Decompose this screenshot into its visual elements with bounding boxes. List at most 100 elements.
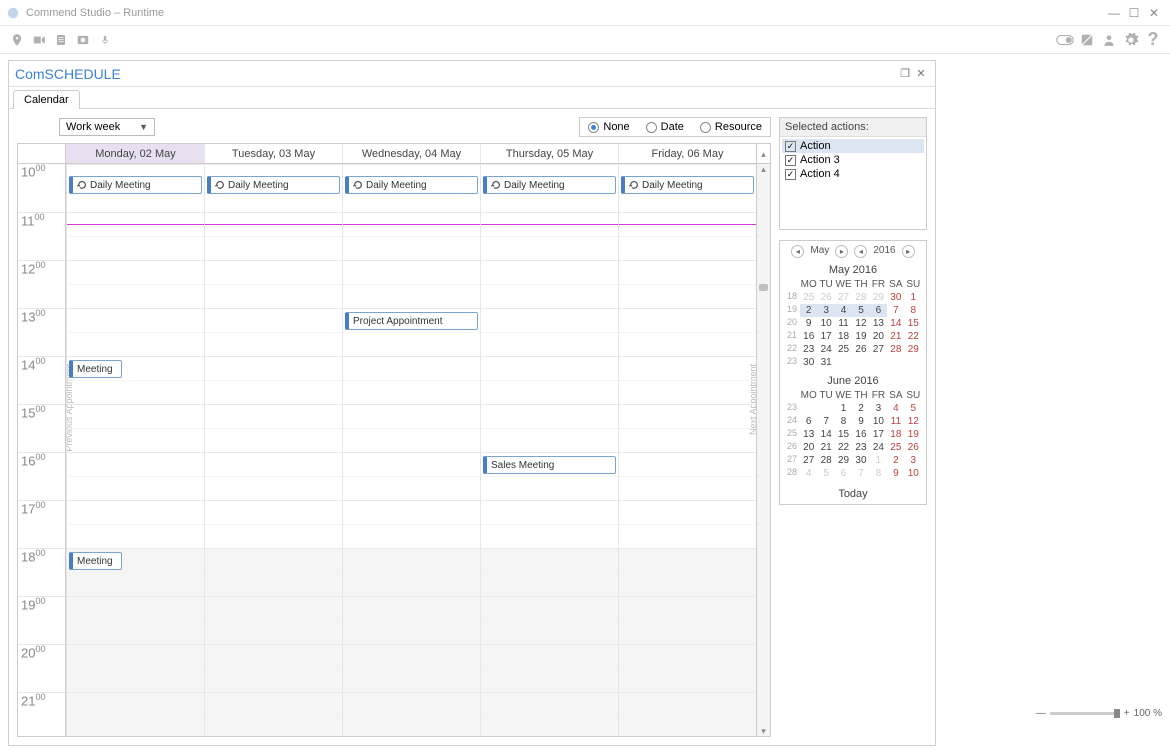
mini-cal-day[interactable]: 8 bbox=[835, 415, 852, 428]
user-icon[interactable] bbox=[1098, 30, 1120, 50]
box-icon[interactable] bbox=[1076, 30, 1098, 50]
mini-cal-day[interactable]: 10 bbox=[905, 467, 922, 480]
today-button[interactable]: Today bbox=[780, 484, 926, 504]
calendar-event[interactable]: Daily Meeting bbox=[621, 176, 754, 194]
action-item[interactable]: ✓Action 3 bbox=[782, 153, 924, 167]
day-header[interactable]: Tuesday, 03 May bbox=[204, 144, 342, 163]
view-select[interactable]: Work week ▼ bbox=[59, 118, 155, 136]
mini-cal-day[interactable]: 23 bbox=[852, 441, 869, 454]
mini-cal-day[interactable]: 21 bbox=[817, 441, 834, 454]
zoom-control[interactable]: — + 100 % bbox=[1036, 708, 1162, 719]
mini-cal-day[interactable]: 9 bbox=[800, 317, 817, 330]
mini-cal-day[interactable] bbox=[887, 356, 904, 369]
mini-cal-day[interactable] bbox=[852, 356, 869, 369]
day-column[interactable]: Daily Meeting bbox=[618, 164, 756, 737]
mini-cal-day[interactable]: 7 bbox=[817, 415, 834, 428]
mini-cal-day[interactable]: 1 bbox=[835, 402, 852, 415]
mini-cal-day[interactable]: 26 bbox=[905, 441, 922, 454]
mini-cal-day[interactable]: 11 bbox=[835, 317, 852, 330]
mini-cal-day[interactable]: 2 bbox=[887, 454, 904, 467]
mini-cal-day[interactable]: 13 bbox=[870, 317, 887, 330]
mini-cal-day[interactable]: 9 bbox=[887, 467, 904, 480]
microphone-icon[interactable] bbox=[94, 30, 116, 50]
mini-cal-day[interactable]: 15 bbox=[835, 428, 852, 441]
radio-resource[interactable]: Resource bbox=[700, 121, 762, 133]
next-month-button[interactable]: ▸ bbox=[835, 245, 848, 258]
mini-cal-day[interactable]: 17 bbox=[817, 330, 834, 343]
mini-cal-day[interactable]: 9 bbox=[852, 415, 869, 428]
mini-cal-day[interactable] bbox=[835, 356, 852, 369]
mini-cal-day[interactable] bbox=[870, 356, 887, 369]
mini-cal-day[interactable]: 24 bbox=[870, 441, 887, 454]
mini-cal-day[interactable]: 25 bbox=[835, 343, 852, 356]
mini-cal-day[interactable]: 5 bbox=[817, 467, 834, 480]
restore-panel-button[interactable]: ❐ bbox=[897, 67, 913, 80]
calendar-event[interactable]: Sales Meeting bbox=[483, 456, 616, 474]
tab-calendar[interactable]: Calendar bbox=[13, 90, 80, 109]
mini-cal-day[interactable]: 3 bbox=[905, 454, 922, 467]
mini-cal-day[interactable]: 7 bbox=[887, 304, 904, 317]
calendar-event[interactable]: Meeting bbox=[69, 360, 122, 378]
prev-month-button[interactable]: ◂ bbox=[791, 245, 804, 258]
day-header[interactable]: Friday, 06 May bbox=[618, 144, 756, 163]
mini-cal-day[interactable]: 29 bbox=[835, 454, 852, 467]
action-item[interactable]: ✓Action 4 bbox=[782, 167, 924, 181]
calendar-event[interactable]: Project Appointment bbox=[345, 312, 478, 330]
calendar-event[interactable]: Daily Meeting bbox=[207, 176, 340, 194]
mini-cal-day[interactable]: 25 bbox=[800, 291, 817, 304]
toggle-icon[interactable] bbox=[1054, 30, 1076, 50]
camera-icon[interactable] bbox=[28, 30, 50, 50]
mini-cal-day[interactable]: 1 bbox=[905, 291, 922, 304]
mini-cal-day[interactable]: 16 bbox=[800, 330, 817, 343]
mini-cal-day[interactable]: 10 bbox=[817, 317, 834, 330]
checkbox-icon[interactable]: ✓ bbox=[785, 141, 796, 152]
mini-cal-day[interactable]: 8 bbox=[870, 467, 887, 480]
radio-none[interactable]: None bbox=[588, 121, 629, 133]
photo-icon[interactable] bbox=[72, 30, 94, 50]
day-header[interactable]: Thursday, 05 May bbox=[480, 144, 618, 163]
close-panel-button[interactable]: ✕ bbox=[913, 67, 929, 80]
mini-cal-day[interactable]: 29 bbox=[870, 291, 887, 304]
mini-cal-day[interactable]: 3 bbox=[870, 402, 887, 415]
mini-cal-day[interactable]: 3 bbox=[817, 304, 834, 317]
mini-cal-day[interactable]: 28 bbox=[852, 291, 869, 304]
mini-cal-day[interactable] bbox=[817, 402, 834, 415]
mini-cal-day[interactable]: 19 bbox=[905, 428, 922, 441]
maximize-button[interactable]: ☐ bbox=[1124, 6, 1144, 20]
mini-cal-day[interactable]: 27 bbox=[800, 454, 817, 467]
mini-cal-day[interactable]: 30 bbox=[800, 356, 817, 369]
mini-cal-day[interactable]: 27 bbox=[835, 291, 852, 304]
mini-cal-day[interactable]: 26 bbox=[817, 291, 834, 304]
gear-icon[interactable] bbox=[1120, 30, 1142, 50]
day-header[interactable]: Monday, 02 May bbox=[66, 144, 204, 163]
mini-cal-day[interactable]: 12 bbox=[905, 415, 922, 428]
minimize-button[interactable]: — bbox=[1104, 6, 1124, 20]
mini-cal-day[interactable]: 30 bbox=[852, 454, 869, 467]
mini-cal-day[interactable] bbox=[905, 356, 922, 369]
mini-cal-day[interactable]: 18 bbox=[887, 428, 904, 441]
day-header[interactable]: Wednesday, 04 May bbox=[342, 144, 480, 163]
mini-cal-day[interactable]: 6 bbox=[870, 304, 887, 317]
mini-cal-day[interactable]: 2 bbox=[800, 304, 817, 317]
mini-cal-day[interactable]: 6 bbox=[835, 467, 852, 480]
calendar-event[interactable]: Daily Meeting bbox=[345, 176, 478, 194]
mini-cal-day[interactable]: 12 bbox=[852, 317, 869, 330]
mini-cal-day[interactable]: 20 bbox=[870, 330, 887, 343]
mini-cal-day[interactable]: 31 bbox=[817, 356, 834, 369]
mini-cal-day[interactable]: 4 bbox=[887, 402, 904, 415]
vertical-scrollbar[interactable]: ▴ ▾ bbox=[756, 164, 770, 737]
mini-cal-day[interactable]: 1 bbox=[870, 454, 887, 467]
mini-cal-day[interactable]: 11 bbox=[887, 415, 904, 428]
day-column[interactable]: Daily Meeting bbox=[204, 164, 342, 737]
mini-cal-day[interactable]: 8 bbox=[905, 304, 922, 317]
mini-cal-day[interactable]: 28 bbox=[817, 454, 834, 467]
mini-cal-day[interactable]: 14 bbox=[817, 428, 834, 441]
day-column[interactable]: Daily Meeting Project Appointment bbox=[342, 164, 480, 737]
mini-cal-day[interactable]: 20 bbox=[800, 441, 817, 454]
mini-cal-day[interactable]: 14 bbox=[887, 317, 904, 330]
mini-cal-day[interactable]: 17 bbox=[870, 428, 887, 441]
mini-cal-day[interactable]: 27 bbox=[870, 343, 887, 356]
checkbox-icon[interactable]: ✓ bbox=[785, 155, 796, 166]
mini-cal-day[interactable]: 28 bbox=[887, 343, 904, 356]
mini-cal-day[interactable] bbox=[800, 402, 817, 415]
